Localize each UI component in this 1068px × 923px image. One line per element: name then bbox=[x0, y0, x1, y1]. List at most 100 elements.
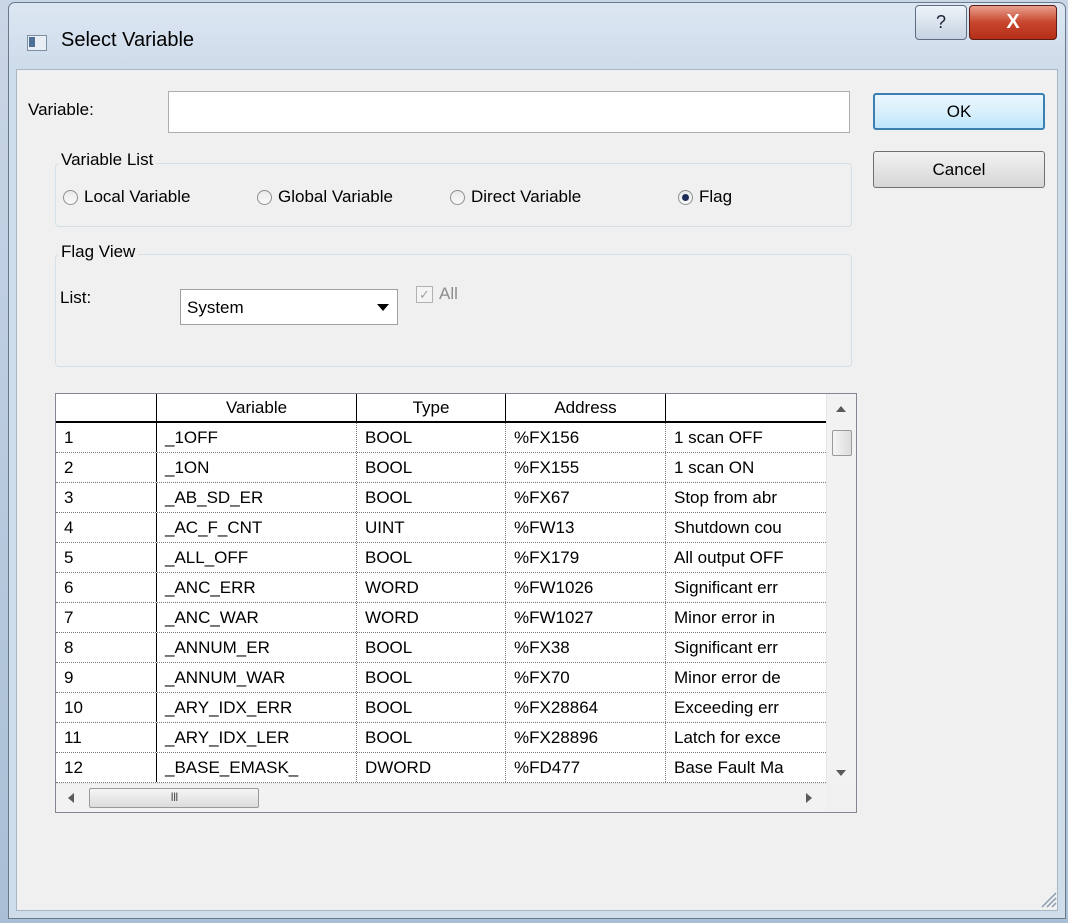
variable-cell: _AC_F_CNT bbox=[157, 513, 357, 542]
type-cell: BOOL bbox=[357, 723, 506, 752]
variable-cell: _ANC_WAR bbox=[157, 603, 357, 632]
chevron-down-icon bbox=[377, 304, 389, 311]
variable-cell: _BASE_EMASK_ bbox=[157, 753, 357, 782]
table-row[interactable]: 6 _ANC_ERR WORD %FW1026 Significant err bbox=[56, 573, 826, 603]
description-cell: 1 scan ON bbox=[674, 458, 755, 477]
select-variable-dialog: Select Variable ? X Variable: OK Cancel … bbox=[8, 2, 1066, 919]
variable-cell: _AB_SD_ER bbox=[157, 483, 357, 512]
table-row[interactable]: 4 _AC_F_CNT UINT %FW13 Shutdown cou bbox=[56, 513, 826, 543]
vertical-scroll-thumb[interactable] bbox=[832, 430, 852, 456]
close-icon: X bbox=[1006, 11, 1020, 33]
vertical-scrollbar[interactable] bbox=[826, 394, 856, 783]
header-address[interactable]: Address bbox=[506, 394, 666, 421]
description-cell: Stop from abr bbox=[674, 488, 777, 507]
list-label: List: bbox=[60, 288, 92, 307]
description-cell: Significant err bbox=[674, 578, 778, 597]
flag-list-dropdown[interactable]: System bbox=[180, 289, 398, 325]
radio-button-icon bbox=[450, 189, 465, 205]
checkmark-icon: ✓ bbox=[416, 285, 433, 303]
description-cell: All output OFF bbox=[674, 548, 784, 567]
table-row[interactable]: 3 _AB_SD_ER BOOL %FX67 Stop from abr bbox=[56, 483, 826, 513]
variable-cell: _ALL_OFF bbox=[157, 543, 357, 572]
scroll-down-arrow-icon[interactable] bbox=[836, 770, 846, 776]
header-row-number bbox=[56, 394, 157, 421]
table-row[interactable]: 5 _ALL_OFF BOOL %FX179 All output OFF bbox=[56, 543, 826, 573]
table-row[interactable]: 10 _ARY_IDX_ERR BOOL %FX28864 Exceeding err bbox=[56, 693, 826, 723]
row-number-cell: 7 bbox=[56, 603, 157, 632]
description-cell: Minor error de bbox=[674, 668, 781, 687]
close-button[interactable]: X bbox=[969, 5, 1057, 40]
scroll-left-arrow-icon[interactable] bbox=[68, 793, 74, 803]
resize-grip-icon[interactable] bbox=[1037, 888, 1057, 908]
description-cell: 1 scan OFF bbox=[674, 428, 763, 447]
row-number-cell: 5 bbox=[56, 543, 157, 572]
description-cell: Significant err bbox=[674, 638, 778, 657]
table-row[interactable]: 1 _1OFF BOOL %FX156 1 scan OFF bbox=[56, 423, 826, 453]
type-cell: WORD bbox=[357, 603, 506, 632]
description-cell: Base Fault Ma bbox=[674, 758, 784, 777]
row-number-cell: 1 bbox=[56, 423, 157, 452]
row-number-cell: 2 bbox=[56, 453, 157, 482]
description-cell: Latch for exce bbox=[674, 728, 781, 747]
row-number-cell: 3 bbox=[56, 483, 157, 512]
row-number-cell: 11 bbox=[56, 723, 157, 752]
table-row[interactable]: 7 _ANC_WAR WORD %FW1027 Minor error in bbox=[56, 603, 826, 633]
ok-button[interactable]: OK bbox=[873, 93, 1045, 130]
type-cell: BOOL bbox=[357, 633, 506, 662]
radio-flag[interactable]: Flag bbox=[678, 187, 732, 207]
variable-cell: _ANNUM_WAR bbox=[157, 663, 357, 692]
address-cell: %FD477 bbox=[506, 753, 666, 782]
header-variable[interactable]: Variable bbox=[157, 394, 357, 421]
address-cell: %FW1026 bbox=[506, 573, 666, 602]
variable-list-title: Variable List bbox=[58, 150, 157, 170]
row-number-cell: 12 bbox=[56, 753, 157, 782]
cancel-button[interactable]: Cancel bbox=[873, 151, 1045, 188]
title-bar[interactable]: Select Variable ? X bbox=[9, 3, 1065, 69]
address-cell: %FX156 bbox=[506, 423, 666, 452]
description-cell: Minor error in bbox=[674, 608, 776, 627]
variable-input[interactable] bbox=[168, 91, 850, 133]
radio-local-variable[interactable]: Local Variable bbox=[63, 187, 190, 207]
header-type[interactable]: Type bbox=[357, 394, 506, 421]
scrollbar-corner bbox=[826, 783, 856, 812]
row-number-cell: 9 bbox=[56, 663, 157, 692]
type-cell: BOOL bbox=[357, 663, 506, 692]
variable-grid[interactable]: Variable Type Address 1 _1OFF BOOL %FX156 1 … bbox=[55, 393, 857, 813]
horizontal-scrollbar[interactable]: III bbox=[56, 783, 826, 812]
row-number-cell: 8 bbox=[56, 633, 157, 662]
type-cell: BOOL bbox=[357, 483, 506, 512]
address-cell: %FW1027 bbox=[506, 603, 666, 632]
variable-cell: _1OFF bbox=[157, 423, 357, 452]
variable-cell: _ANC_ERR bbox=[157, 573, 357, 602]
radio-direct-variable[interactable]: Direct Variable bbox=[450, 187, 581, 207]
table-row[interactable]: 8 _ANNUM_ER BOOL %FX38 Significant err bbox=[56, 633, 826, 663]
all-checkbox[interactable]: ✓ All bbox=[416, 284, 458, 304]
description-cell: Exceeding err bbox=[674, 698, 779, 717]
table-row[interactable]: 9 _ANNUM_WAR BOOL %FX70 Minor error de bbox=[56, 663, 826, 693]
variable-label: Variable: bbox=[28, 100, 94, 119]
address-cell: %FX28896 bbox=[506, 723, 666, 752]
variable-cell: _ARY_IDX_ERR bbox=[157, 693, 357, 722]
radio-button-icon bbox=[63, 189, 78, 205]
table-row[interactable]: 11 _ARY_IDX_LER BOOL %FX28896 Latch for exce bbox=[56, 723, 826, 753]
horizontal-scroll-thumb[interactable]: III bbox=[89, 788, 259, 808]
scroll-right-arrow-icon[interactable] bbox=[806, 793, 812, 803]
type-cell: BOOL bbox=[357, 423, 506, 452]
address-cell: %FW13 bbox=[506, 513, 666, 542]
description-cell: Shutdown cou bbox=[674, 518, 782, 537]
type-cell: WORD bbox=[357, 573, 506, 602]
type-cell: BOOL bbox=[357, 453, 506, 482]
help-button[interactable]: ? bbox=[915, 5, 967, 40]
variable-cell: _1ON bbox=[157, 453, 357, 482]
scroll-up-arrow-icon[interactable] bbox=[836, 406, 846, 412]
type-cell: DWORD bbox=[357, 753, 506, 782]
dialog-client-area: Variable: OK Cancel Variable List Local … bbox=[16, 69, 1058, 911]
row-number-cell: 6 bbox=[56, 573, 157, 602]
type-cell: BOOL bbox=[357, 693, 506, 722]
address-cell: %FX28864 bbox=[506, 693, 666, 722]
table-row[interactable]: 2 _1ON BOOL %FX155 1 scan ON bbox=[56, 453, 826, 483]
table-row[interactable]: 12 _BASE_EMASK_ DWORD %FD477 Base Fault Ma bbox=[56, 753, 826, 783]
radio-global-variable[interactable]: Global Variable bbox=[257, 187, 393, 207]
radio-button-selected-icon bbox=[678, 189, 693, 205]
header-description[interactable] bbox=[666, 394, 826, 421]
